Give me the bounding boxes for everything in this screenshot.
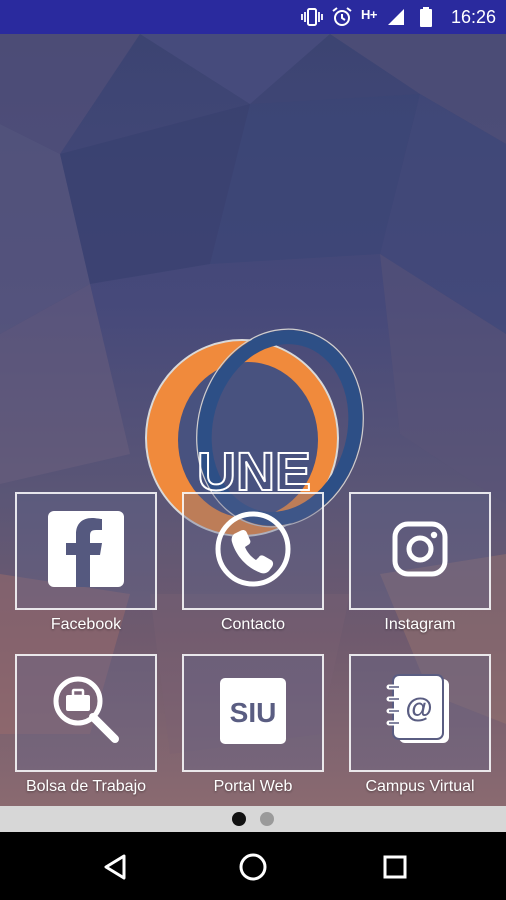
address-book-icon: @	[385, 673, 455, 754]
home-icon	[239, 853, 267, 881]
back-icon	[104, 854, 126, 880]
battery-icon	[415, 6, 437, 28]
network-type: H+	[360, 6, 377, 22]
recents-button[interactable]	[380, 852, 410, 882]
vibrate-icon	[301, 6, 323, 28]
back-button[interactable]	[100, 852, 130, 882]
job-search-icon	[46, 671, 126, 756]
page-dot-1[interactable]	[232, 812, 246, 826]
portal-web-button[interactable]: SIU	[182, 654, 324, 772]
facebook-button[interactable]	[15, 492, 157, 610]
phone-icon	[213, 509, 293, 594]
bolsa-de-trabajo-button[interactable]	[15, 654, 157, 772]
page-indicator	[0, 806, 506, 832]
recents-icon	[383, 855, 407, 879]
status-bar: H+ 16:26	[0, 0, 506, 34]
contacto-button[interactable]	[182, 492, 324, 610]
status-icons: H+ 16:26	[301, 0, 496, 34]
campus-virtual-button[interactable]: @	[349, 654, 491, 772]
home-screen: UNE Facebook Contacto Instagram Bolsa de…	[0, 34, 506, 806]
status-time: 16:26	[450, 6, 496, 27]
instagram-label: Instagram	[384, 616, 456, 633]
siu-text: SIU	[230, 697, 277, 728]
signal-icon	[385, 6, 407, 28]
bolsa-de-trabajo-label: Bolsa de Trabajo	[25, 778, 147, 795]
instagram-icon	[392, 521, 448, 582]
campus-virtual-label: Campus Virtual	[365, 778, 475, 795]
alarm-icon	[331, 6, 353, 28]
facebook-icon	[48, 510, 124, 592]
facebook-label: Facebook	[50, 616, 122, 633]
home-button[interactable]	[238, 852, 268, 882]
contacto-label: Contacto	[220, 616, 286, 633]
navigation-bar	[0, 832, 506, 900]
portal-web-label: Portal Web	[213, 778, 293, 795]
siu-icon: SIU	[220, 677, 286, 749]
instagram-button[interactable]	[349, 492, 491, 610]
page-dot-2[interactable]	[260, 812, 274, 826]
svg-text:@: @	[405, 692, 432, 723]
